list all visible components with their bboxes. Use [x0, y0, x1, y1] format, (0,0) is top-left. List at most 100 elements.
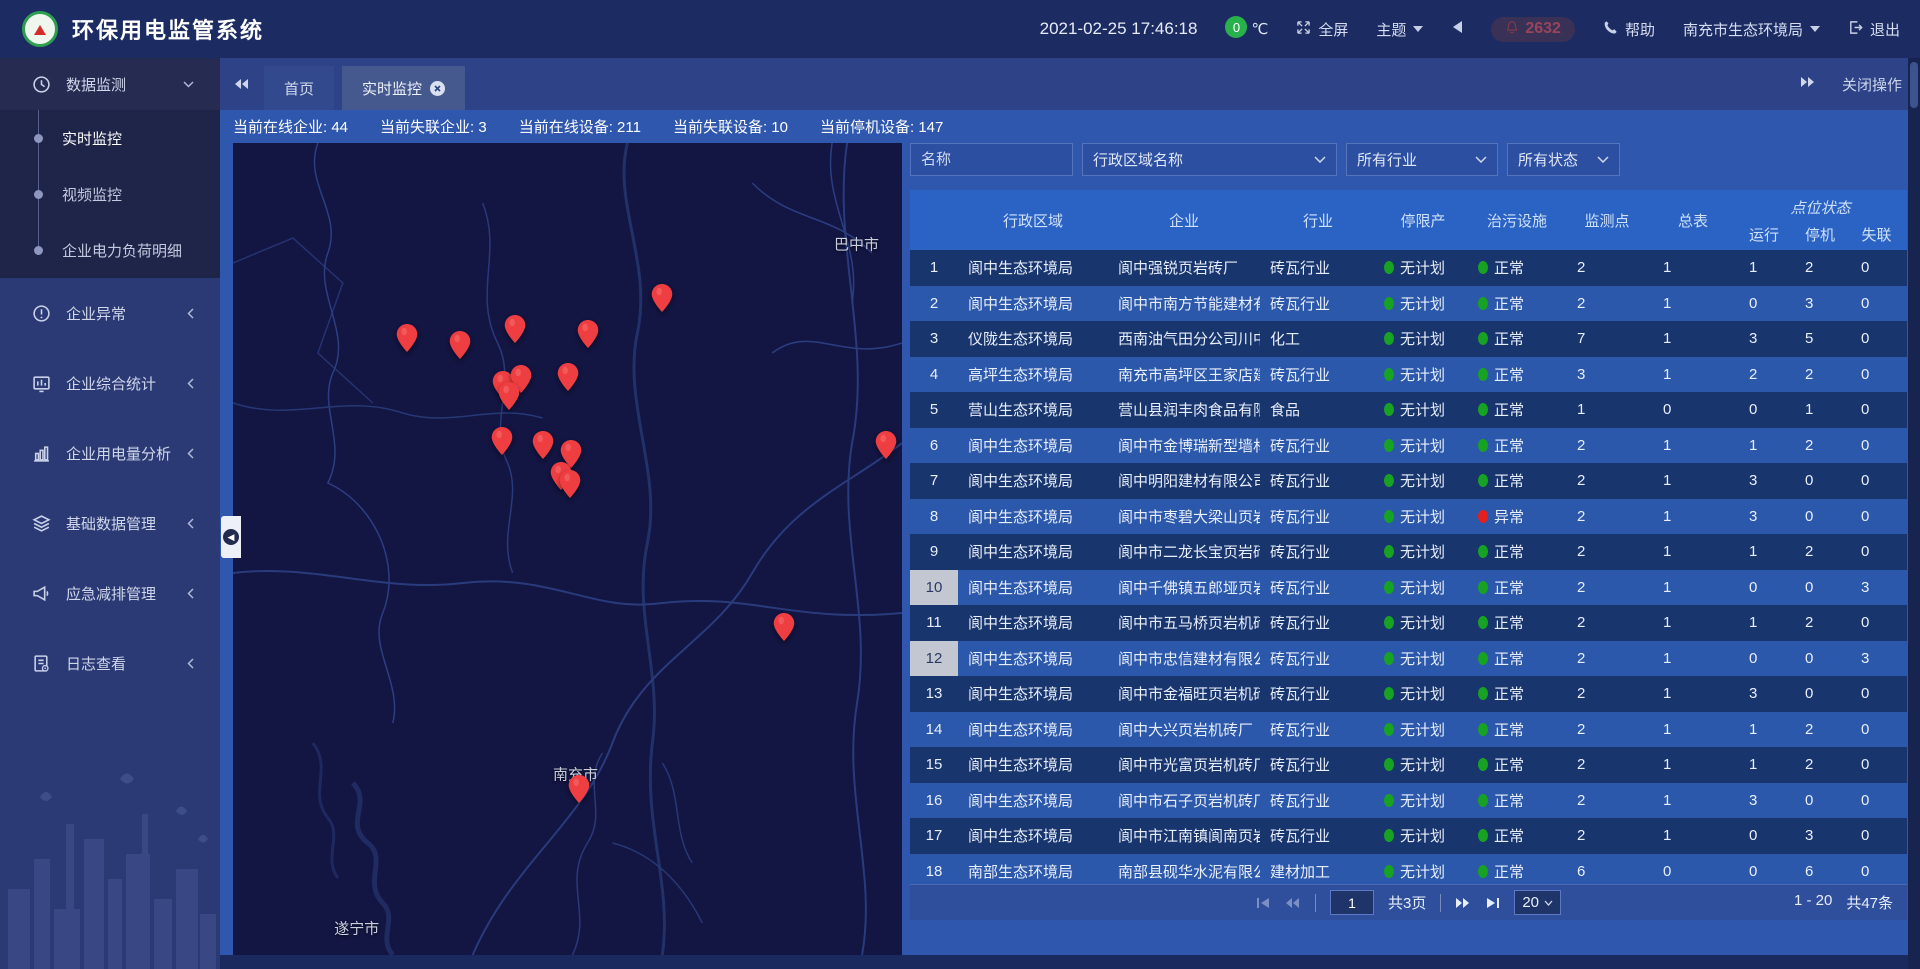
name-filter: [910, 143, 1073, 176]
table-row[interactable]: 2阆中生态环境局阆中市南方节能建材有砖瓦行业无计划正常21030: [910, 286, 1907, 322]
sidebar: 数据监测实时监控视频监控企业电力负荷明细企业异常企业综合统计企业用电量分析基础数…: [0, 58, 220, 969]
sidebar-subitem-0-0[interactable]: 实时监控: [0, 110, 220, 166]
map-pin[interactable]: [568, 775, 589, 808]
sidebar-item-6[interactable]: 日志查看: [0, 628, 220, 698]
map-pin[interactable]: [450, 331, 471, 364]
tabs-scroll-left-button[interactable]: [220, 58, 264, 110]
page-size-select[interactable]: 20: [1514, 890, 1561, 915]
table-row[interactable]: 8阆中生态环境局阆中市枣碧大梁山页岩砖瓦行业无计划异常21300: [910, 499, 1907, 535]
table-row[interactable]: 10阆中生态环境局阆中千佛镇五郎垭页岩砖瓦行业无计划正常21003: [910, 570, 1907, 606]
last-page-button[interactable]: [1485, 897, 1500, 909]
cell-industry: 砖瓦行业: [1260, 257, 1376, 278]
table-row[interactable]: 13阆中生态环境局阆中市金福旺页岩机砖砖瓦行业无计划正常21300: [910, 676, 1907, 712]
chevron-left-icon: [187, 448, 194, 459]
tab-0[interactable]: 首页: [264, 66, 334, 110]
table-row[interactable]: 4高坪生态环境局南充市高坪区王家店建砖瓦行业无计划正常31220: [910, 357, 1907, 393]
close-icon[interactable]: [430, 81, 445, 96]
help-button[interactable]: 帮助: [1603, 19, 1655, 40]
cell-production-status: 无计划: [1376, 683, 1470, 704]
map-pin[interactable]: [558, 363, 579, 396]
cell-points: 7: [1564, 330, 1650, 347]
table-row[interactable]: 5营山生态环境局营山县润丰肉食品有限食品无计划正常10010: [910, 392, 1907, 428]
table-row[interactable]: 17阆中生态环境局阆中市江南镇阆南页岩砖瓦行业无计划正常21030: [910, 818, 1907, 854]
map-pin[interactable]: [491, 427, 512, 460]
prev-page-button[interactable]: [1285, 897, 1301, 909]
status-filter-select[interactable]: 所有状态: [1507, 143, 1620, 176]
industry-filter-select[interactable]: 所有行业: [1346, 143, 1498, 176]
cell-stop: 5: [1792, 330, 1848, 347]
col-points: 监测点: [1564, 190, 1650, 250]
page-input[interactable]: [1330, 890, 1374, 915]
chevron-down-icon: [1413, 26, 1423, 32]
map-pin[interactable]: [532, 431, 553, 464]
mute-button[interactable]: [1451, 20, 1463, 38]
map-pin[interactable]: [577, 320, 598, 353]
cell-lost: 0: [1848, 721, 1905, 738]
map-pin[interactable]: [396, 324, 417, 357]
sidebar-item-5[interactable]: 应急减排管理: [0, 558, 220, 628]
map-pin[interactable]: [774, 613, 795, 646]
first-page-button[interactable]: [1256, 897, 1271, 909]
table-row[interactable]: 9阆中生态环境局阆中市二龙长宝页岩砖砖瓦行业无计划正常21120: [910, 534, 1907, 570]
tab-1[interactable]: 实时监控: [342, 66, 465, 110]
map-pin[interactable]: [505, 315, 526, 348]
table-row[interactable]: 1阆中生态环境局阆中强锐页岩砖厂砖瓦行业无计划正常21120: [910, 250, 1907, 286]
logout-button[interactable]: 退出: [1848, 19, 1900, 40]
cell-production-status: 无计划: [1376, 648, 1470, 669]
cell-points: 1: [1564, 401, 1650, 418]
cell-region: 阆中生态环境局: [958, 435, 1108, 456]
sidebar-item-2[interactable]: 企业综合统计: [0, 348, 220, 418]
cell-stop: 2: [1792, 259, 1848, 276]
sidebar-item-label: 企业异常: [66, 303, 187, 324]
sidebar-item-3[interactable]: 企业用电量分析: [0, 418, 220, 488]
cell-lost: 0: [1848, 756, 1905, 773]
next-page-button[interactable]: [1455, 897, 1471, 909]
table-row[interactable]: 16阆中生态环境局阆中市石子页岩机砖厂砖瓦行业无计划正常21300: [910, 783, 1907, 819]
cell-stop: 2: [1792, 721, 1848, 738]
row-index: 4: [910, 357, 958, 393]
table-row[interactable]: 11阆中生态环境局阆中市五马桥页岩机砖砖瓦行业无计划正常21120: [910, 605, 1907, 641]
theme-dropdown[interactable]: 主题: [1376, 19, 1423, 40]
notification-badge[interactable]: 2632: [1491, 17, 1575, 42]
table-row[interactable]: 14阆中生态环境局阆中大兴页岩机砖厂砖瓦行业无计划正常21120: [910, 712, 1907, 748]
cell-industry: 建材加工: [1260, 861, 1376, 882]
name-filter-input[interactable]: [921, 151, 1062, 168]
map-pin[interactable]: [875, 431, 896, 464]
cell-lost: 0: [1848, 685, 1905, 702]
cell-points: 2: [1564, 437, 1650, 454]
col-lost: 失联: [1848, 220, 1905, 250]
table-row[interactable]: 6阆中生态环境局阆中市金博瑞新型墙材砖瓦行业无计划正常21120: [910, 428, 1907, 464]
cell-meters: 1: [1650, 366, 1736, 383]
cell-facility-status: 正常: [1470, 399, 1564, 420]
sidebar-item-1[interactable]: 企业异常: [0, 278, 220, 348]
status-dot-icon: [1384, 829, 1394, 842]
sidebar-subitem-0-1[interactable]: 视频监控: [0, 166, 220, 222]
scrollbar-thumb[interactable]: [1910, 62, 1918, 108]
cell-points: 2: [1564, 650, 1650, 667]
cell-run: 0: [1736, 827, 1792, 844]
sidebar-collapse-handle[interactable]: ◀: [221, 516, 241, 558]
region-filter-select[interactable]: 行政区域名称: [1082, 143, 1337, 176]
cell-stop: 2: [1792, 437, 1848, 454]
map-pin[interactable]: [652, 284, 673, 317]
org-dropdown[interactable]: 南充市生态环境局: [1683, 19, 1820, 40]
cell-company: 阆中市五马桥页岩机砖: [1108, 612, 1260, 633]
status-dot-icon: [1384, 439, 1394, 452]
map-pin[interactable]: [498, 382, 519, 415]
map-panel[interactable]: 巴中市南充市遂宁市: [233, 143, 902, 955]
table-row[interactable]: 12阆中生态环境局阆中市忠信建材有限公砖瓦行业无计划正常21003: [910, 641, 1907, 677]
table-row[interactable]: 15阆中生态环境局阆中市光富页岩机砖厂砖瓦行业无计划正常21120: [910, 747, 1907, 783]
cell-industry: 砖瓦行业: [1260, 293, 1376, 314]
sidebar-subitem-0-2[interactable]: 企业电力负荷明细: [0, 222, 220, 278]
table-row[interactable]: 7阆中生态环境局阆中明阳建材有限公司砖瓦行业无计划正常21300: [910, 463, 1907, 499]
page-scrollbar[interactable]: [1908, 58, 1920, 969]
fullscreen-button[interactable]: 全屏: [1296, 19, 1348, 40]
sidebar-item-4[interactable]: 基础数据管理: [0, 488, 220, 558]
table-row[interactable]: 3仪陇生态环境局西南油气田分公司川中化工无计划正常71350: [910, 321, 1907, 357]
sidebar-item-0[interactable]: 数据监测: [0, 58, 220, 110]
tabs-scroll-right-button[interactable]: [1800, 75, 1816, 93]
close-operations-button[interactable]: 关闭操作: [1842, 74, 1902, 95]
map-pin[interactable]: [559, 470, 580, 503]
cell-industry: 砖瓦行业: [1260, 435, 1376, 456]
table-row[interactable]: 18南部生态环境局南部县砚华水泥有限公建材加工无计划正常60060: [910, 854, 1907, 885]
